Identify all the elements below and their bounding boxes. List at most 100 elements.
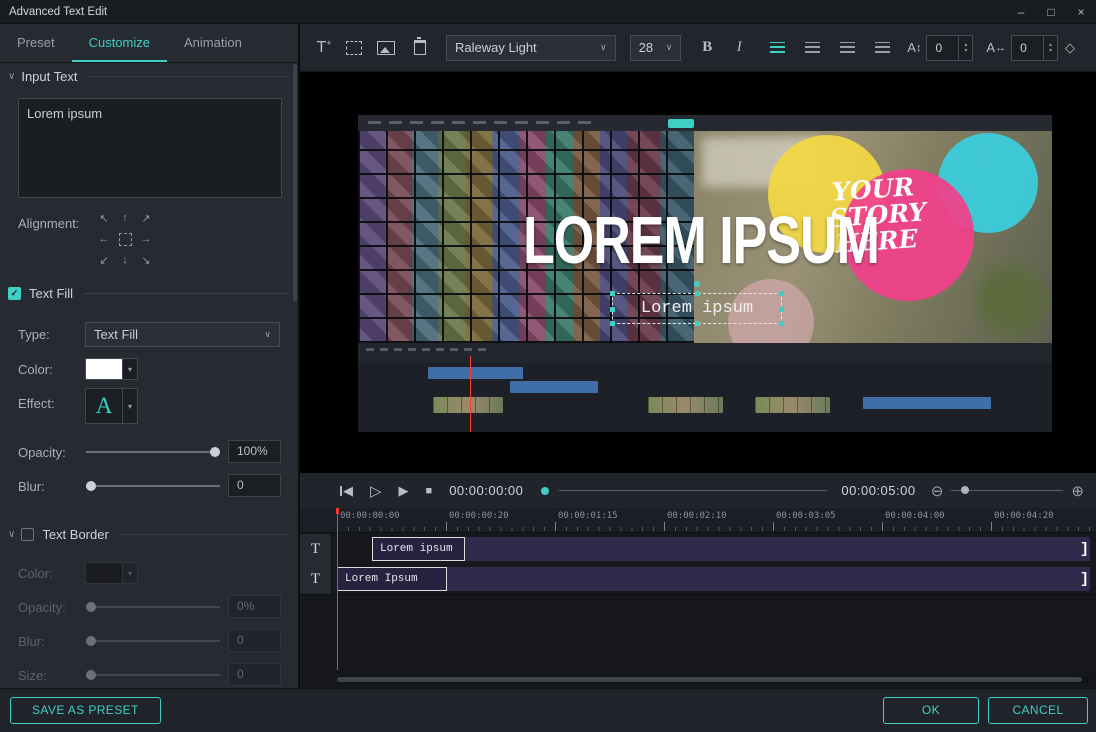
minimize-button[interactable]: – xyxy=(1006,0,1036,24)
zoom-in-button[interactable]: ⊕ xyxy=(1071,482,1084,500)
zoom-out-icon: ⊖ xyxy=(931,483,944,500)
slider-thumb[interactable] xyxy=(86,670,96,680)
headline-text[interactable]: LOREM IPSUM xyxy=(523,203,879,280)
fill-type-dropdown[interactable]: Text Fill ∨ xyxy=(85,322,280,347)
timeline-playhead[interactable] xyxy=(337,508,338,670)
tab-preset[interactable]: Preset xyxy=(0,24,72,62)
clip-label-box[interactable]: Lorem Ipsum xyxy=(337,567,447,591)
resize-handle[interactable] xyxy=(779,321,784,326)
ruler-label: 00:00:04:20 xyxy=(994,511,1054,521)
italic-button[interactable]: I xyxy=(727,35,751,61)
arrow-left-icon: ← xyxy=(99,233,110,245)
fill-color-picker[interactable]: ▾ xyxy=(85,358,138,380)
tab-animation[interactable]: Animation xyxy=(167,24,259,62)
align-bottom-button[interactable]: ↓ xyxy=(117,252,133,268)
fill-blur-slider[interactable] xyxy=(86,480,220,492)
align-top-right-button[interactable]: ↗ xyxy=(138,210,154,226)
clip-end-bracket[interactable]: ] xyxy=(1080,567,1089,591)
selected-text[interactable]: Lorem ipsum xyxy=(641,299,753,318)
scrollbar-thumb[interactable] xyxy=(337,677,1082,682)
align-right-button[interactable] xyxy=(835,35,859,61)
text-border-checkbox[interactable] xyxy=(21,528,34,541)
resize-handle[interactable] xyxy=(610,307,615,312)
zoom-out-button[interactable]: ⊖ xyxy=(931,482,944,500)
delete-button[interactable] xyxy=(408,35,432,61)
font-family-dropdown[interactable]: Raleway Light ∨ xyxy=(446,35,616,61)
slider-thumb[interactable] xyxy=(86,602,96,612)
align-center-button[interactable] xyxy=(800,35,824,61)
letter-spacing-stepper[interactable]: 0 ▴ ▾ xyxy=(1011,35,1058,61)
border-opacity-value[interactable]: 0% xyxy=(228,595,281,618)
resize-handle[interactable] xyxy=(779,307,784,312)
align-bottom-right-button[interactable]: ↘ xyxy=(138,252,154,268)
slider-thumb[interactable] xyxy=(210,447,220,457)
text-box-button[interactable] xyxy=(342,35,366,61)
resize-handle[interactable] xyxy=(779,291,784,296)
resize-handle[interactable] xyxy=(695,321,700,326)
font-size-dropdown[interactable]: 28 ∨ xyxy=(630,35,682,61)
clip-end-bracket[interactable]: ] xyxy=(1080,537,1089,561)
selected-text-box[interactable]: Lorem ipsum xyxy=(612,293,782,324)
align-right-button[interactable]: → xyxy=(138,231,154,247)
align-center-button[interactable] xyxy=(117,231,133,247)
text-clip-2[interactable]: Lorem Ipsum ] xyxy=(337,567,1090,591)
text-clip-1[interactable]: Lorem ipsum ] xyxy=(372,537,1090,561)
text-border-section-header[interactable]: ∨ Text Border xyxy=(8,526,288,542)
inner-clip xyxy=(433,397,503,413)
horizontal-scrollbar[interactable] xyxy=(337,676,1090,683)
border-opacity-slider[interactable] xyxy=(86,601,220,613)
tab-customize[interactable]: Customize xyxy=(72,24,167,62)
fill-effect-picker[interactable]: A ▾ xyxy=(85,388,138,424)
zoom-slider-thumb[interactable] xyxy=(961,486,969,494)
progress-track[interactable] xyxy=(559,490,827,491)
slider-thumb[interactable] xyxy=(86,481,96,491)
slider-thumb[interactable] xyxy=(86,636,96,646)
next-frame-button[interactable]: ▶ xyxy=(399,483,409,499)
border-size-value[interactable]: 0 xyxy=(228,663,281,686)
stop-button[interactable]: ■ xyxy=(426,485,433,497)
ok-button[interactable]: OK xyxy=(883,697,979,724)
apply-to-all-button[interactable]: ◇ xyxy=(1058,35,1082,61)
add-text-button[interactable]: T + xyxy=(312,35,336,61)
progress-handle[interactable] xyxy=(541,487,549,495)
rotate-handle[interactable] xyxy=(694,281,700,287)
border-blur-slider[interactable] xyxy=(86,635,220,647)
stepper-down-icon[interactable]: ▾ xyxy=(964,48,967,54)
border-size-slider[interactable] xyxy=(86,669,220,681)
panel-scrollbar[interactable] xyxy=(293,64,297,302)
close-button[interactable]: × xyxy=(1066,0,1096,24)
align-top-left-button[interactable]: ↖ xyxy=(96,210,112,226)
fill-opacity-slider[interactable] xyxy=(86,446,220,458)
bold-button[interactable]: B xyxy=(695,35,719,61)
resize-handle[interactable] xyxy=(610,291,615,296)
timeline-ruler[interactable]: 00:00:00:00 00:00:00:20 00:00:01:15 00:0… xyxy=(300,508,1096,533)
align-left-button[interactable] xyxy=(765,35,789,61)
maximize-button[interactable]: □ xyxy=(1036,0,1066,24)
align-left-button[interactable]: ← xyxy=(96,231,112,247)
play-button[interactable]: ▷ xyxy=(370,482,382,500)
zoom-slider[interactable] xyxy=(951,490,1063,491)
selection-box-icon xyxy=(119,233,132,246)
fill-opacity-value[interactable]: 100% xyxy=(228,440,281,463)
align-justify-button[interactable] xyxy=(870,35,894,61)
cancel-button[interactable]: CANCEL xyxy=(988,697,1088,724)
stepper-down-icon[interactable]: ▾ xyxy=(1049,48,1052,54)
previous-frame-button[interactable]: ◀ xyxy=(340,483,353,499)
border-color-picker[interactable]: ▾ xyxy=(85,562,138,584)
align-top-button[interactable]: ↑ xyxy=(117,210,133,226)
align-bottom-left-button[interactable]: ↙ xyxy=(96,252,112,268)
input-text-section-header[interactable]: ∨ Input Text xyxy=(8,68,288,84)
border-blur-value[interactable]: 0 xyxy=(228,629,281,652)
text-fill-checkbox[interactable]: ✓ xyxy=(8,287,21,300)
save-as-preset-button[interactable]: SAVE AS PRESET xyxy=(10,697,161,724)
fill-blur-value[interactable]: 0 xyxy=(228,474,281,497)
resize-handle[interactable] xyxy=(610,321,615,326)
input-text-field[interactable]: Lorem ipsum xyxy=(18,98,282,198)
clip-label-box[interactable]: Lorem ipsum xyxy=(372,537,465,561)
insert-image-button[interactable] xyxy=(374,35,398,61)
stepper-arrows[interactable]: ▴ ▾ xyxy=(1043,36,1057,60)
resize-handle[interactable] xyxy=(695,291,700,296)
border-blur-label: Blur: xyxy=(18,634,45,649)
stepper-arrows[interactable]: ▴ ▾ xyxy=(958,36,972,60)
line-spacing-stepper[interactable]: 0 ▴ ▾ xyxy=(926,35,973,61)
